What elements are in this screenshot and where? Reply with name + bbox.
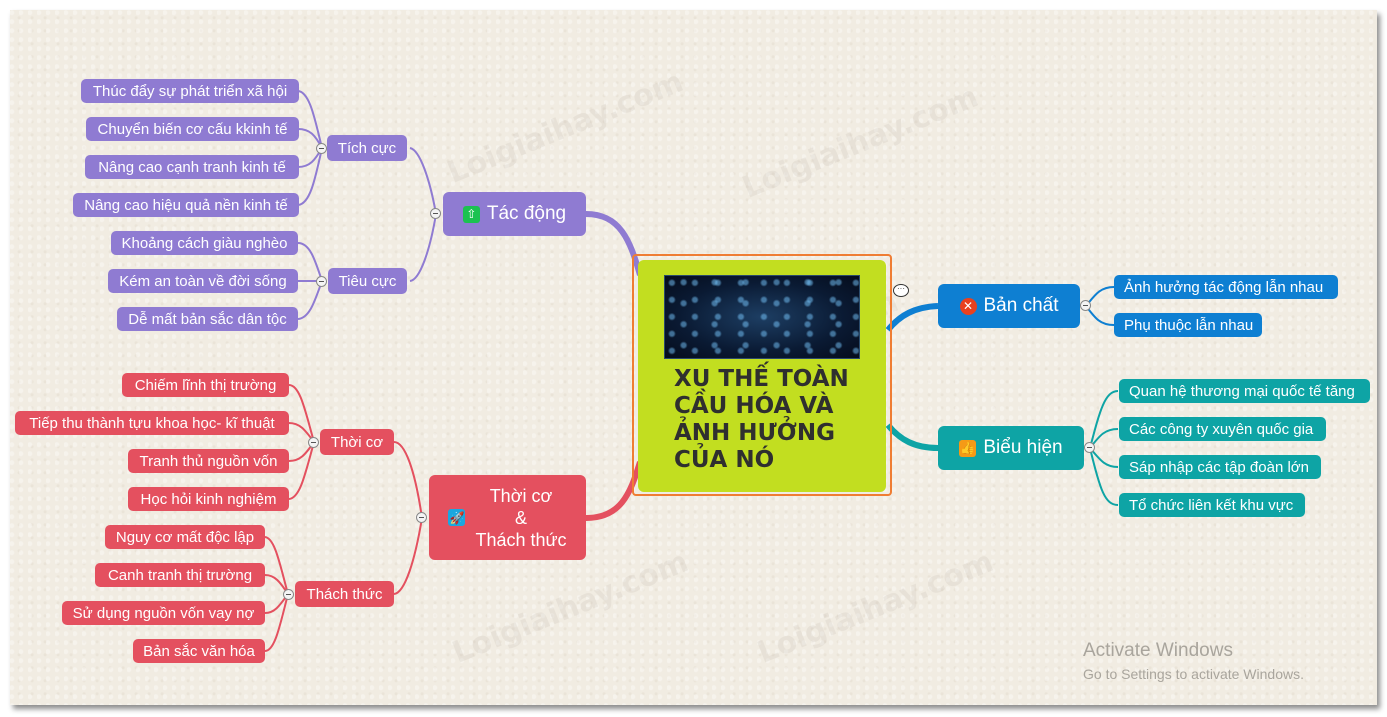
leaf-topic[interactable]: Bản sắc văn hóa [133, 639, 265, 663]
leaf-topic[interactable]: Phụ thuộc lẫn nhau [1114, 313, 1262, 337]
branch-bieu-hien[interactable]: 👍 Biểu hiện [938, 426, 1084, 470]
priority-up-icon: ⇧ [462, 205, 480, 223]
leaf-topic[interactable]: Dễ mất bản sắc dân tộc [117, 307, 298, 331]
branch-label: Thời cơ & Thách thức [475, 485, 566, 551]
activate-title: Activate Windows [1083, 640, 1233, 661]
leaf-topic[interactable]: Chuyển biến cơ cấu kkinh tế [86, 117, 299, 141]
thumbs-up-icon: 👍 [959, 439, 977, 457]
leaf-topic[interactable]: Khoảng cách giàu nghèo [111, 231, 298, 255]
leaf-topic[interactable]: Thúc đẩy sự phát triển xã hội [81, 79, 299, 103]
leaf-topic[interactable]: Nguy cơ mất độc lập [105, 525, 265, 549]
leaf-topic[interactable]: Canh tranh thị trường [95, 563, 265, 587]
label-line: Thách thức [475, 529, 567, 550]
activate-windows-watermark: Activate Windows Go to Settings to activ… [1083, 640, 1304, 682]
leaf-topic[interactable]: Kém an toàn về đời sống [108, 269, 298, 293]
leaf-topic[interactable]: Ảnh hưởng tác động lẫn nhau [1114, 275, 1338, 299]
subtopic-label: Tích cực [337, 139, 397, 157]
leaf-topic[interactable]: Tiếp thu thành tựu khoa học- kĩ thuật [15, 411, 289, 435]
label-line: Thời cơ [489, 485, 553, 506]
leaf-topic[interactable]: Sử dụng nguồn vốn vay nợ [62, 601, 265, 625]
close-circle-icon: ✕ [959, 297, 977, 315]
subtopic-thoi-co[interactable]: Thời cơ [320, 429, 394, 455]
branch-ban-chat[interactable]: ✕ Bản chất [938, 284, 1080, 328]
collapse-toggle[interactable] [430, 208, 441, 219]
comment-icon[interactable]: ··· [893, 284, 909, 297]
world-network-map-image [664, 275, 860, 359]
subtopic-thach-thuc[interactable]: Thách thức [295, 581, 394, 607]
subtopic-label: Thời cơ [330, 433, 384, 451]
leaf-topic[interactable]: Các công ty xuyên quốc gia [1119, 417, 1326, 441]
collapse-toggle[interactable] [1080, 300, 1091, 311]
collapse-toggle[interactable] [308, 437, 319, 448]
branch-label: Tác động [486, 203, 567, 224]
subtopic-tich-cuc[interactable]: Tích cực [327, 135, 407, 161]
collapse-toggle[interactable] [316, 276, 327, 287]
leaf-topic[interactable]: Tranh thủ nguồn vốn [128, 449, 289, 473]
label-line: & [514, 507, 527, 528]
leaf-topic[interactable]: Nâng cao cạnh tranh kinh tế [85, 155, 299, 179]
branch-tac-dong[interactable]: ⇧ Tác động [443, 192, 586, 236]
central-topic-title: XU THẾ TOÀN CẦU HÓA VÀ ẢNH HƯỞNG CỦA NÓ [674, 366, 849, 473]
leaf-topic[interactable]: Chiếm lĩnh thị trường [122, 373, 289, 397]
collapse-toggle[interactable] [1084, 442, 1095, 453]
leaf-topic[interactable]: Nâng cao hiệu quả nền kinh tế [73, 193, 299, 217]
leaf-topic[interactable]: Quan hệ thương mại quốc tế tăng [1119, 379, 1370, 403]
collapse-toggle[interactable] [316, 143, 327, 154]
subtopic-tieu-cuc[interactable]: Tiêu cực [328, 268, 407, 294]
subtopic-label: Tiêu cực [338, 272, 397, 290]
leaf-topic[interactable]: Tổ chức liên kết khu vực [1119, 493, 1305, 517]
collapse-toggle[interactable] [283, 589, 294, 600]
leaf-topic[interactable]: Học hỏi kinh nghiệm [128, 487, 289, 511]
branch-label: Bản chất [983, 295, 1059, 316]
leaf-topic[interactable]: Sáp nhập các tập đoàn lớn [1119, 455, 1321, 479]
activate-subtitle: Go to Settings to activate Windows. [1083, 666, 1304, 682]
collapse-toggle[interactable] [416, 512, 427, 523]
subtopic-label: Thách thức [306, 585, 383, 603]
rocket-icon: 🚀 [448, 509, 466, 526]
branch-label: Biểu hiện [983, 437, 1063, 458]
branch-thoi-co-thach-thuc[interactable]: 🚀 Thời cơ & Thách thức [429, 475, 586, 560]
